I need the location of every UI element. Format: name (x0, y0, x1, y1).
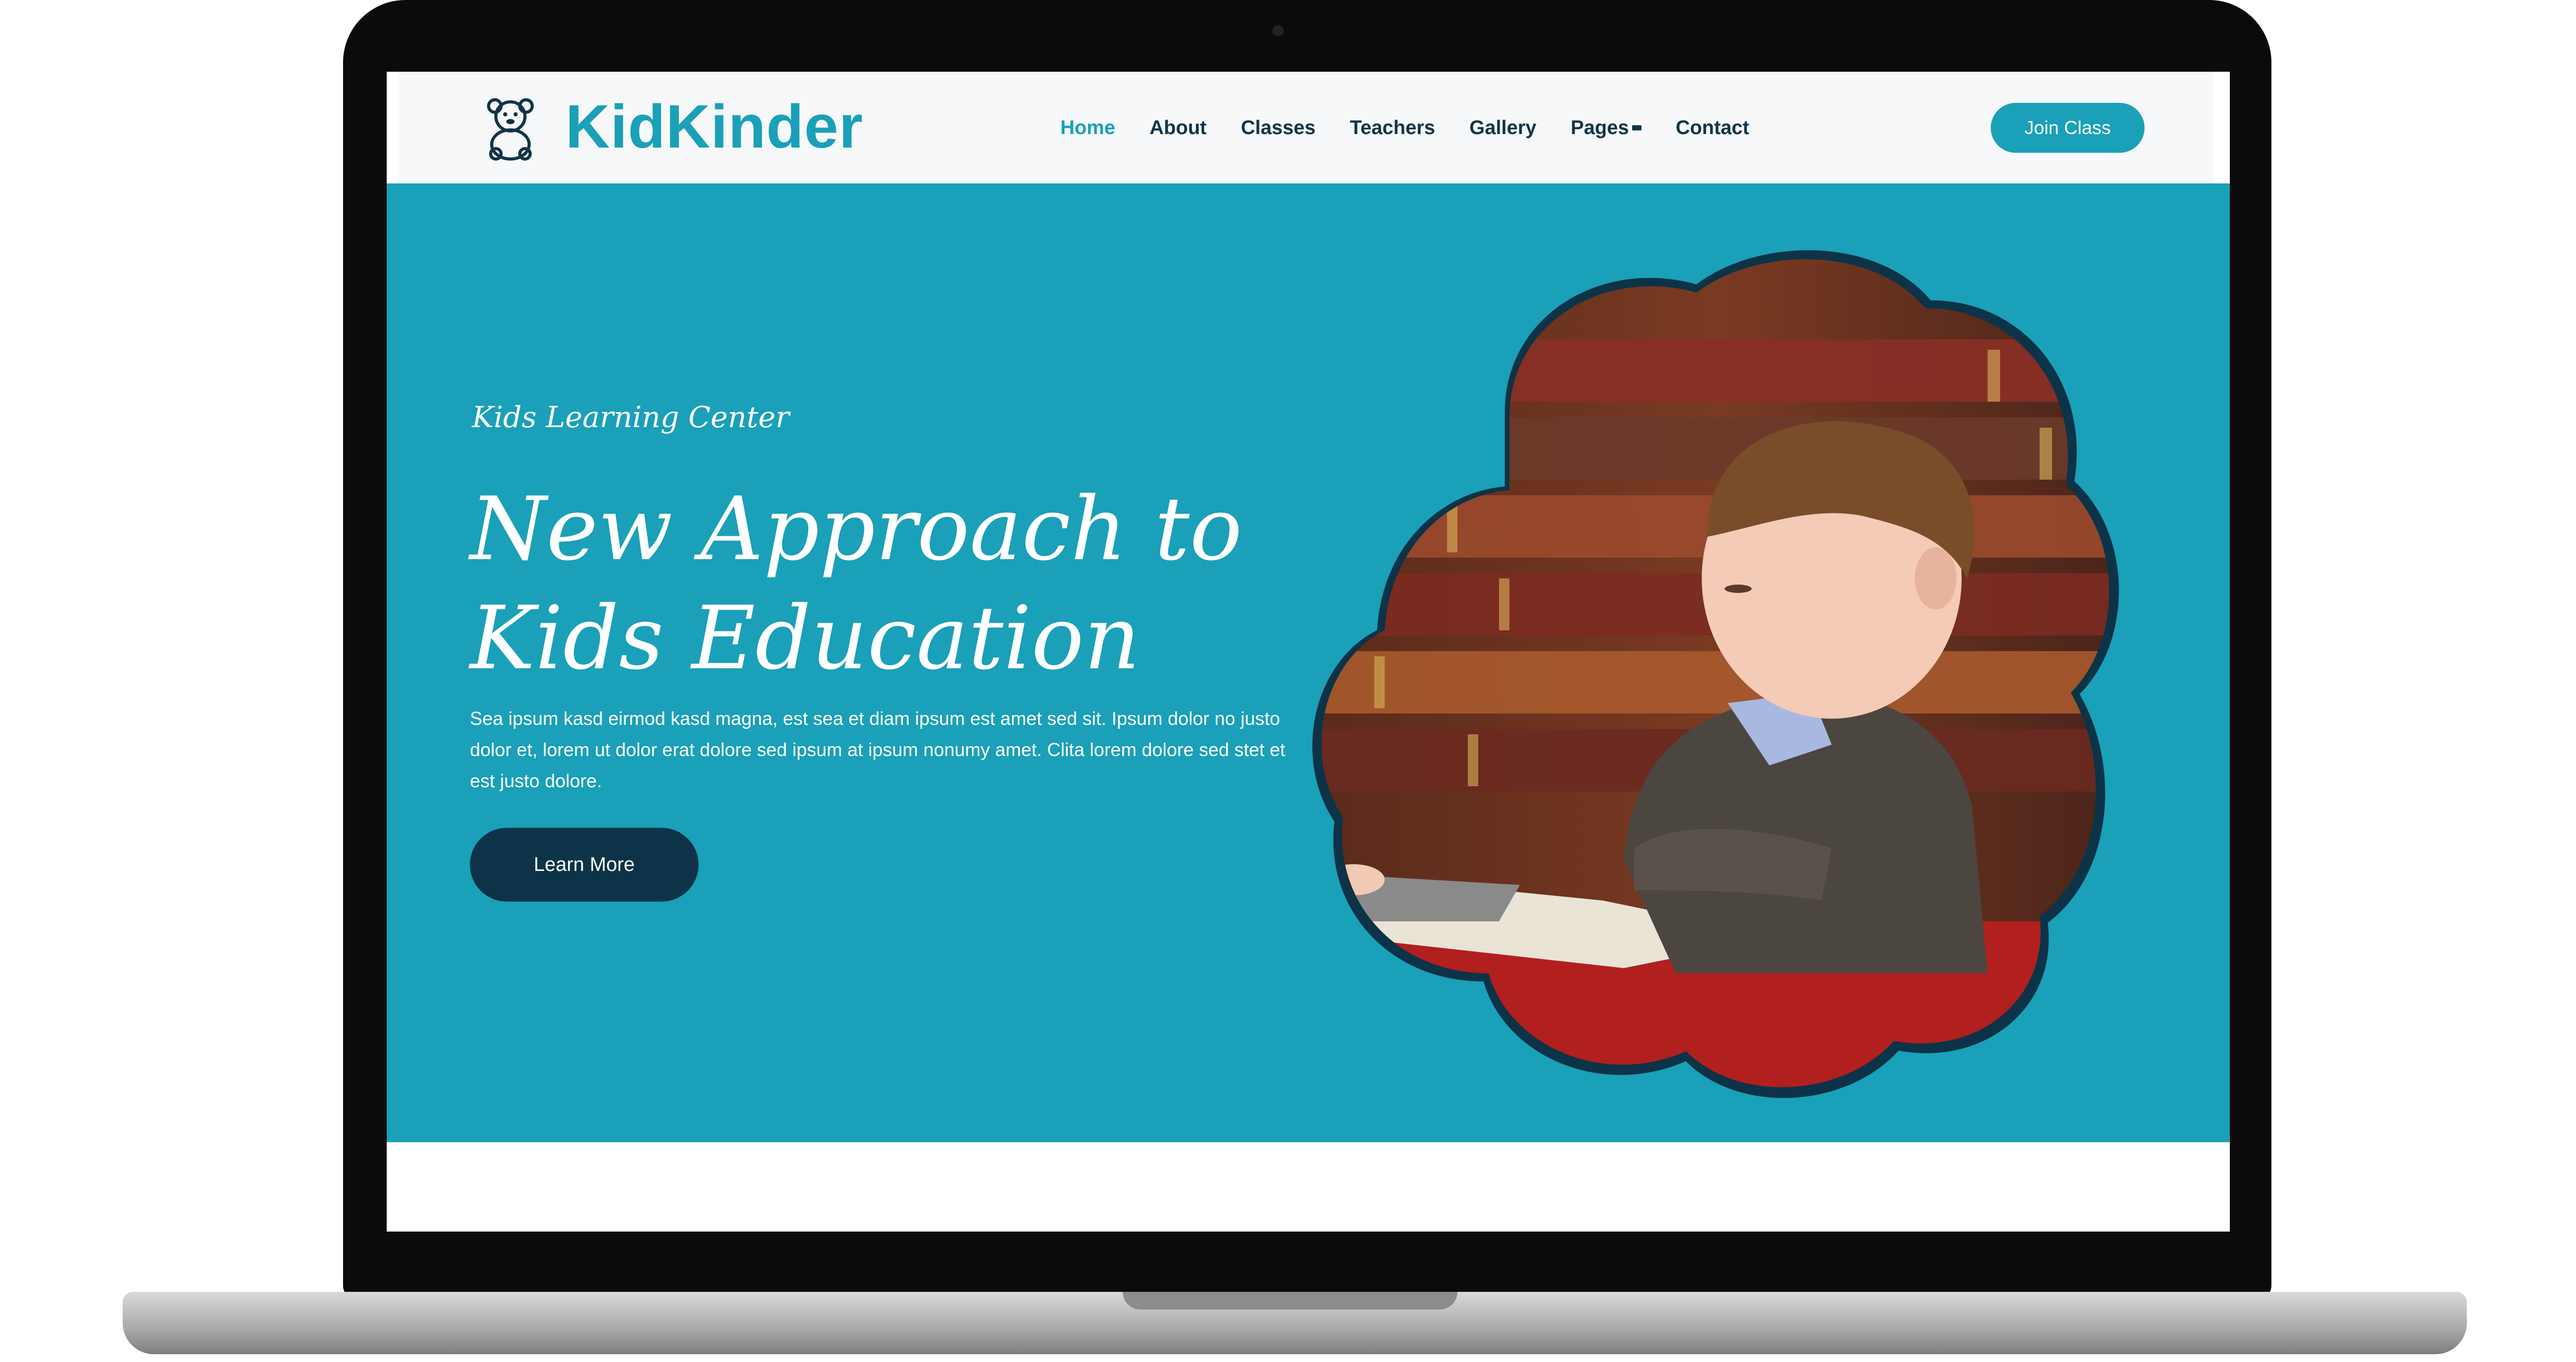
chevron-down-icon (1632, 125, 1641, 130)
laptop-base-notch (1123, 1292, 1457, 1310)
camera (1272, 25, 1284, 36)
hero-title: New Approach to Kids Education (470, 474, 1353, 693)
laptop-mockup: KidKinder Home About Classes Teachers Ga… (0, 0, 2576, 1362)
learn-more-button[interactable]: Learn More (470, 828, 699, 902)
nav-pages-label: Pages (1570, 116, 1629, 139)
hero-description: Sea ipsum kasd eirmod kasd magna, est se… (470, 708, 1285, 791)
hero-title-line1: New Approach to (470, 478, 1242, 580)
nav-gallery[interactable]: Gallery (1469, 117, 1536, 139)
nav-teachers[interactable]: Teachers (1350, 117, 1435, 139)
hero-section: Kids Learning Center New Approach to Kid… (387, 183, 2230, 1142)
main-nav: Home About Classes Teachers Gallery Page… (1060, 112, 1783, 143)
nav-about[interactable]: About (1150, 117, 1207, 139)
site-header: KidKinder Home About Classes Teachers Ga… (399, 72, 2213, 183)
hero-image (1312, 250, 2119, 1099)
website-screen: KidKinder Home About Classes Teachers Ga… (387, 72, 2230, 1232)
nav-pages[interactable]: Pages (1571, 117, 1641, 139)
teddy-bear-icon (487, 98, 534, 161)
brand-logo-text[interactable]: KidKinder (566, 90, 863, 163)
hero-subtitle: Kids Learning Center (472, 401, 790, 434)
nav-contact[interactable]: Contact (1676, 117, 1749, 139)
nav-home[interactable]: Home (1060, 117, 1115, 139)
join-class-button[interactable]: Join Class (1991, 103, 2145, 153)
hero-title-line2: Kids Education (470, 587, 1140, 689)
nav-classes[interactable]: Classes (1241, 117, 1316, 139)
